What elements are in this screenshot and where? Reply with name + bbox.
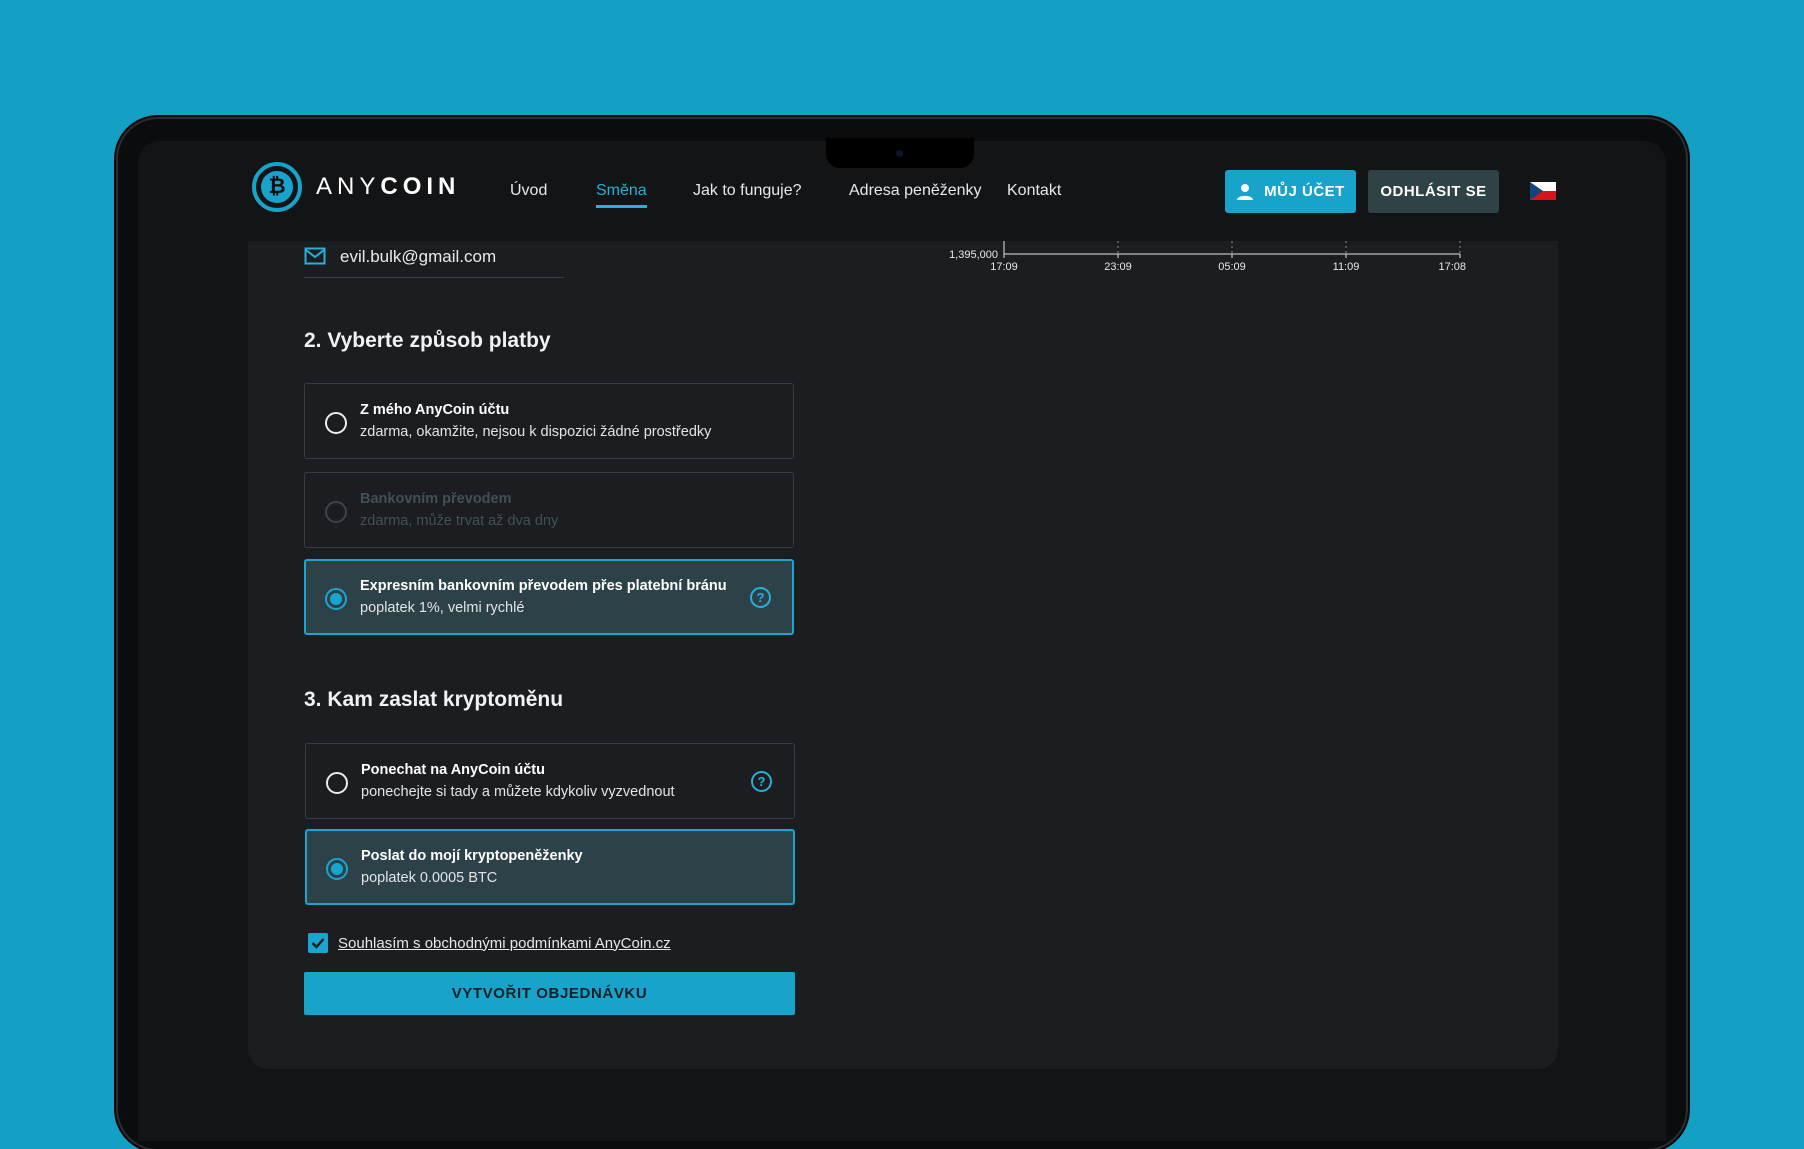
radio-button-selected[interactable] (325, 588, 347, 610)
nav-link-uvod[interactable]: Úvod (510, 182, 547, 200)
terms-checkbox[interactable] (308, 933, 328, 953)
my-account-label: MŮJ ÚČET (1264, 183, 1345, 200)
bitcoin-logo-icon: ₿ (252, 162, 302, 212)
delivery-option-keep-on-account[interactable]: Ponechat na AnyCoin účtu ponechejte si t… (305, 743, 795, 819)
payment-option-express-transfer[interactable]: Expresním bankovním převodem přes plateb… (304, 559, 794, 635)
delivery-option-send-to-wallet[interactable]: Poslat do mojí kryptopeněženky poplatek … (305, 829, 795, 905)
nav-link-jak-to-funguje[interactable]: Jak to funguje? (693, 182, 802, 200)
option-title: Poslat do mojí kryptopeněženky (361, 848, 583, 864)
option-title: Expresním bankovním převodem přes plateb… (360, 578, 727, 594)
help-icon[interactable]: ? (751, 771, 772, 792)
logout-label: ODHLÁSIT SE (1380, 183, 1487, 200)
radio-button-selected[interactable] (326, 858, 348, 880)
option-description: ponechejte si tady a můžete kdykoliv vyz… (361, 784, 675, 800)
radio-button (325, 501, 347, 523)
chart-x-tick-label: 05:09 (1218, 261, 1246, 273)
terms-agreement: Souhlasím s obchodnými podmínkami AnyCoi… (308, 933, 671, 953)
brand-name: ANYCOIN (316, 173, 460, 201)
brand-name-bold: COIN (380, 173, 461, 200)
option-title: Bankovním převodem (360, 491, 512, 507)
bitcoin-symbol: ₿ (261, 171, 293, 203)
radio-button[interactable] (325, 412, 347, 434)
cz-flag-icon[interactable] (1530, 182, 1556, 200)
chart-x-tick-label: 17:08 (1438, 261, 1466, 273)
option-description: zdarma, okamžite, nejsou k dispozici žád… (360, 424, 712, 440)
price-chart: 17:09 23:09 05:09 11:09 17:08 1,395,000 (949, 241, 1466, 273)
create-order-button[interactable]: VYTVOŘIT OBJEDNÁVKU (304, 972, 795, 1015)
payment-section-title: 2. Vyberte způsob platby (304, 329, 551, 352)
option-description: poplatek 0.0005 BTC (361, 870, 498, 886)
mail-icon (304, 247, 326, 265)
terms-link[interactable]: Souhlasím s obchodnými podmínkami AnyCoi… (338, 935, 671, 952)
browser-screen: ₿ ANYCOIN Úvod Směna Jak to funguje? Adr… (138, 141, 1666, 1141)
option-description: zdarma, může trvat až dva dny (360, 513, 559, 529)
help-icon[interactable]: ? (750, 587, 771, 608)
brand-name-light: ANY (316, 173, 381, 200)
anycoin-logo[interactable]: ₿ ANYCOIN (252, 162, 460, 212)
email-value: evil.bulk@gmail.com (340, 247, 497, 266)
camera-icon (896, 150, 903, 157)
chart-x-tick-label: 17:09 (990, 261, 1018, 273)
payment-option-anycoin-account[interactable]: Z mého AnyCoin účtu zdarma, okamžite, ne… (304, 383, 794, 459)
create-order-label: VYTVOŘIT OBJEDNÁVKU (451, 985, 648, 1002)
nav-link-kontakt[interactable]: Kontakt (1007, 182, 1061, 200)
logout-button[interactable]: ODHLÁSIT SE (1368, 170, 1499, 213)
checkmark-icon (311, 938, 325, 949)
camera-notch (826, 138, 974, 168)
delivery-section-title: 3. Kam zaslat kryptoměnu (304, 688, 564, 711)
payment-option-bank-transfer: Bankovním převodem zdarma, může trvat až… (304, 472, 794, 548)
chart-x-tick-label: 11:09 (1333, 261, 1360, 273)
user-icon (1237, 183, 1254, 200)
nav-link-smena[interactable]: Směna (596, 182, 647, 208)
chart-y-tick-label: 1,395,000 (949, 249, 998, 261)
nav-link-adresa-penezenky[interactable]: Adresa peněženky (849, 182, 982, 200)
email-field[interactable]: evil.bulk@gmail.com (304, 245, 564, 278)
radio-button[interactable] (326, 772, 348, 794)
exchange-panel: evil.bulk@gmail.com 17:09 23:09 05:09 11:09… (248, 241, 1558, 1069)
my-account-button[interactable]: MŮJ ÚČET (1225, 170, 1356, 213)
option-description: poplatek 1%, velmi rychlé (360, 600, 525, 616)
chart-x-tick-label: 23:09 (1104, 261, 1132, 273)
option-title: Ponechat na AnyCoin účtu (361, 762, 545, 778)
option-title: Z mého AnyCoin účtu (360, 402, 510, 418)
